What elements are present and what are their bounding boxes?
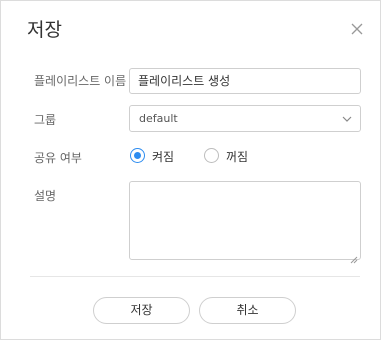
save-button[interactable]: 저장: [93, 297, 190, 324]
share-on-label: 켜짐: [152, 150, 175, 164]
radio-checked-icon: [130, 148, 145, 163]
dialog-title: 저장: [27, 19, 62, 41]
radio-unchecked-icon: [204, 148, 219, 163]
playlist-name-input[interactable]: 플레이리스트 생성: [129, 68, 361, 94]
close-icon[interactable]: [349, 21, 365, 37]
description-label: 설명: [34, 189, 57, 203]
group-label: 그룹: [34, 113, 57, 127]
save-dialog: 저장 플레이리스트 이름 플레이리스트 생성 그룹 default 공유 여부 …: [0, 0, 381, 340]
cancel-button[interactable]: 취소: [199, 297, 296, 324]
footer-divider: [30, 276, 360, 277]
playlist-name-label: 플레이리스트 이름: [34, 74, 127, 88]
share-off-label: 꺼짐: [226, 150, 249, 164]
share-label: 공유 여부: [34, 151, 82, 165]
resize-grip-icon[interactable]: [350, 249, 358, 264]
group-select[interactable]: default: [129, 105, 361, 132]
description-textarea[interactable]: [129, 181, 361, 264]
chevron-down-icon: [342, 115, 352, 123]
group-select-value: default: [139, 112, 178, 125]
